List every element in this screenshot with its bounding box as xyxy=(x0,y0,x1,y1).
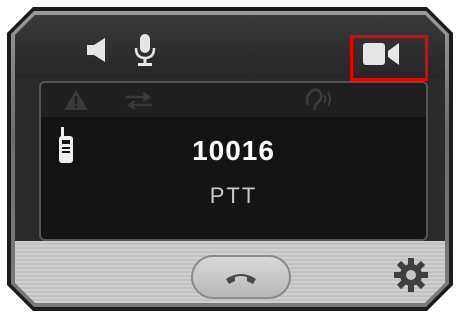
gear-icon[interactable] xyxy=(393,257,429,293)
status-bar xyxy=(41,83,426,117)
hearing-icon xyxy=(303,87,333,113)
hangup-icon xyxy=(223,267,259,287)
caller-number: 10016 xyxy=(192,135,275,166)
transfer-arrows-icon xyxy=(123,91,155,111)
microphone-icon[interactable] xyxy=(133,33,157,67)
call-mode-label: PTT xyxy=(209,183,258,208)
bottom-control-bar xyxy=(15,241,445,303)
warning-icon xyxy=(63,89,89,111)
device-face: 10016 PTT xyxy=(15,15,445,303)
video-highlight-box xyxy=(350,35,428,81)
hangup-button[interactable] xyxy=(191,255,291,299)
call-display: 10016 PTT xyxy=(39,81,428,241)
speaker-icon[interactable] xyxy=(85,37,115,63)
